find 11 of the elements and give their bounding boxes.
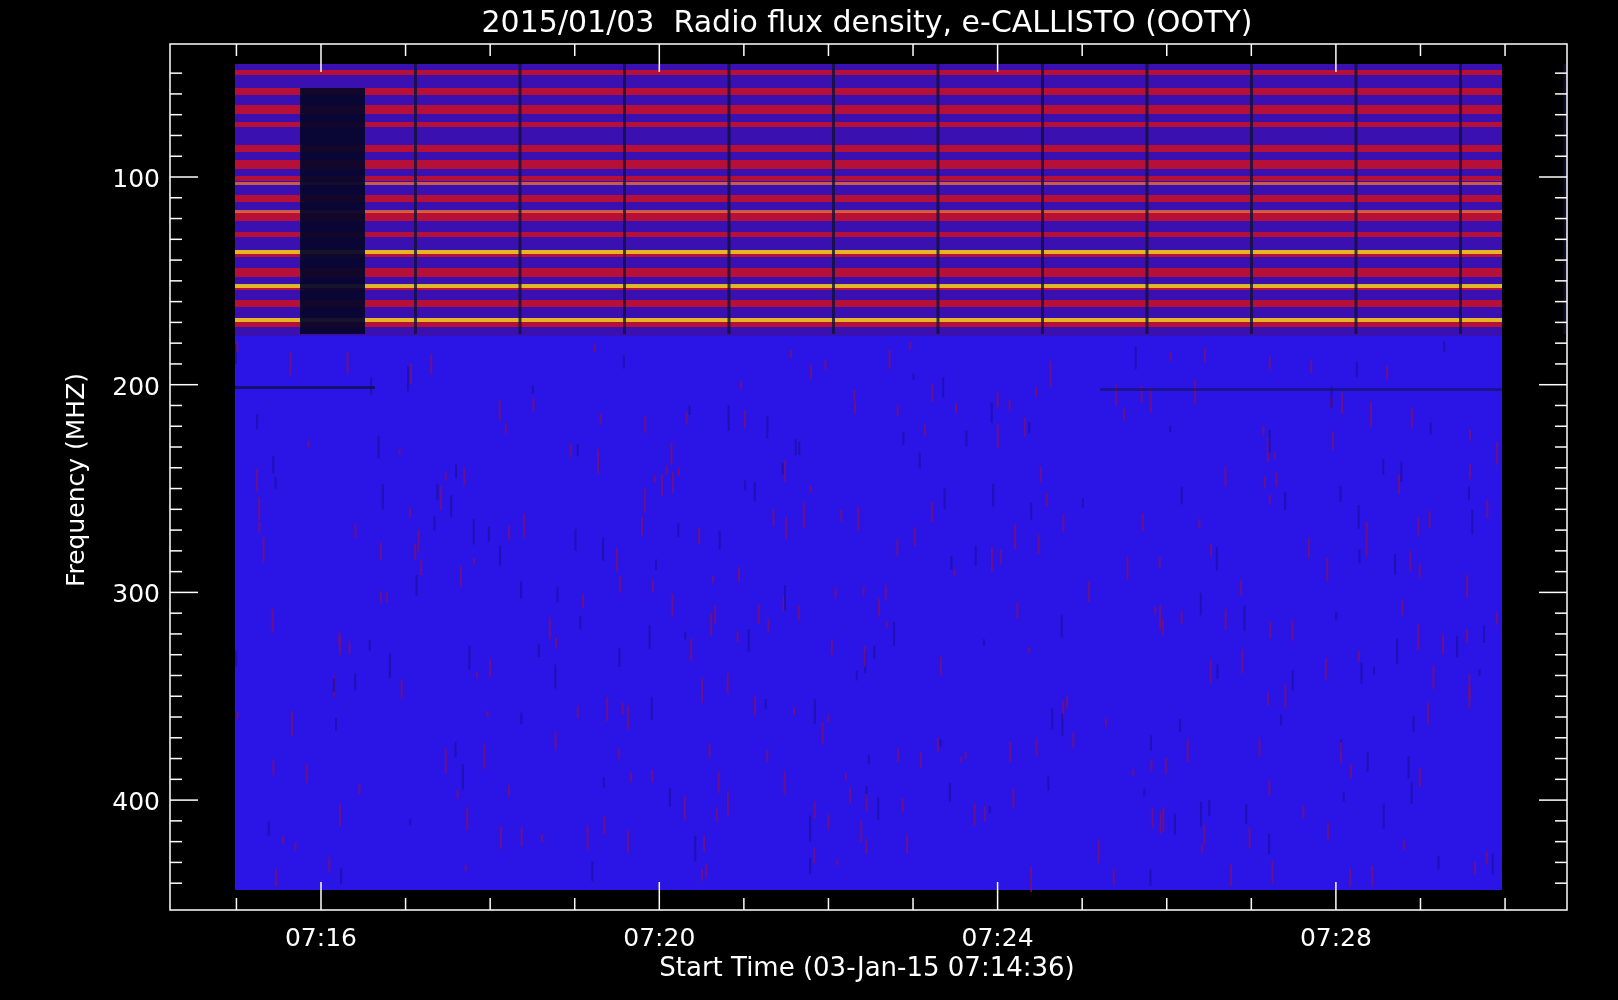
x-tick-label: 07:24: [961, 923, 1034, 952]
y-tick-label: 200: [112, 371, 160, 401]
y-tick-label: 300: [112, 579, 160, 609]
x-tick-label: 07:16: [285, 923, 357, 952]
x-tick-label: 07:20: [623, 923, 696, 952]
y-axis-label: Frequency (MHZ): [61, 372, 90, 588]
x-axis-label: Start Time (03-Jan-15 07:14:36): [659, 952, 1075, 982]
y-tick-label: 400: [112, 787, 160, 817]
y-tick-label: 100: [112, 164, 160, 193]
x-tick-label: 07:28: [1299, 923, 1372, 952]
chart-title: 2015/01/03 Radio flux density, e-CALLISTO (OOTY): [481, 4, 1253, 39]
